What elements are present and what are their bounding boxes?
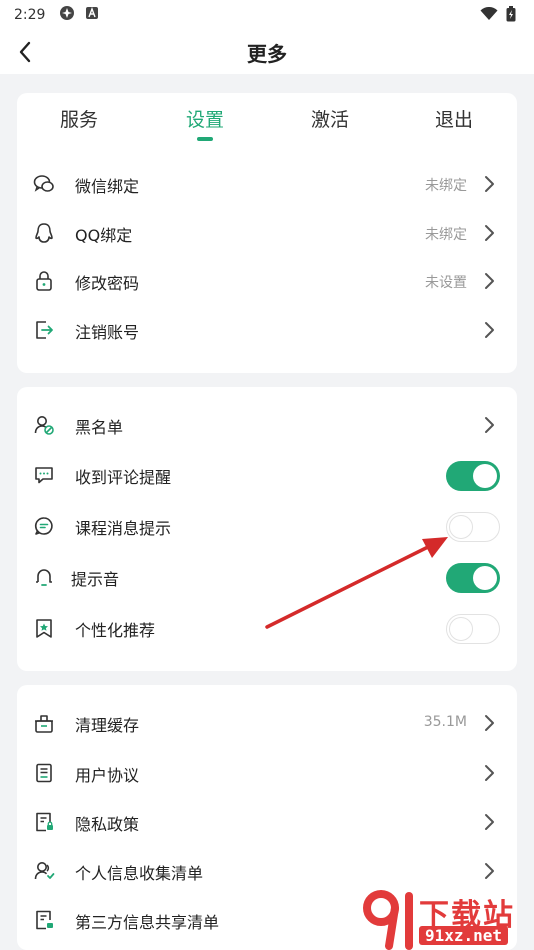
- change-password-row[interactable]: 修改密码 未设置: [17, 257, 517, 305]
- chevron-right-icon: [483, 272, 495, 290]
- share-doc-icon: [33, 909, 55, 931]
- row-label: 注销账号: [75, 323, 140, 342]
- row-value: 未绑定: [425, 227, 467, 243]
- row-label: 收到评论提醒: [75, 468, 172, 487]
- message-icon: [33, 515, 55, 537]
- chevron-right-icon: [483, 321, 495, 339]
- comment-reminder-row: 收到评论提醒: [17, 451, 517, 499]
- privacy-policy-row[interactable]: 隐私政策: [17, 798, 517, 846]
- toggle-knob: [449, 515, 473, 539]
- chevron-right-icon: [483, 714, 495, 732]
- personalized-recommend-toggle[interactable]: [446, 614, 500, 644]
- row-label: 第三方信息共享清单: [75, 913, 220, 932]
- page-title: 更多: [247, 42, 287, 66]
- watermark-url: 91xz.net: [419, 926, 509, 945]
- account-card: 服务 设置 激活 退出 微信绑定 未绑定 QQ绑定 未绑定 修改密码 未设置 注…: [17, 93, 517, 373]
- comment-reminder-toggle[interactable]: [446, 461, 500, 491]
- row-label: 提示音: [71, 570, 120, 589]
- bell-icon: [33, 566, 55, 588]
- clear-cache-row[interactable]: 清理缓存 35.1M: [17, 699, 517, 747]
- header: 更多: [0, 30, 534, 74]
- delete-account-row[interactable]: 注销账号: [17, 306, 517, 354]
- bookmark-star-icon: [33, 617, 55, 639]
- tab-settings[interactable]: 设置: [155, 105, 255, 132]
- status-bar: 2:29: [0, 0, 534, 30]
- blacklist-row[interactable]: 黑名单: [17, 401, 517, 449]
- user-list-icon: [33, 860, 55, 882]
- notification-sound-row: 提示音: [17, 553, 517, 601]
- row-label: 个人信息收集清单: [75, 864, 204, 883]
- toggle-knob: [449, 617, 473, 641]
- a-status-icon: [85, 6, 99, 24]
- cache-size: 35.1M: [423, 714, 467, 730]
- tab-logout[interactable]: 退出: [404, 105, 504, 132]
- chevron-right-icon: [483, 764, 495, 782]
- course-message-row: 课程消息提示: [17, 502, 517, 550]
- logout-icon: [33, 319, 55, 341]
- tab-service[interactable]: 服务: [29, 105, 129, 132]
- row-value: 未设置: [425, 275, 467, 291]
- chevron-right-icon: [483, 224, 495, 242]
- document-icon: [33, 762, 55, 784]
- privacy-doc-icon: [33, 811, 55, 833]
- row-label: 黑名单: [75, 418, 124, 437]
- chevron-right-icon: [483, 862, 495, 880]
- notification-sound-toggle[interactable]: [446, 563, 500, 593]
- toggle-knob: [473, 464, 497, 488]
- watermark-logo: [363, 890, 413, 950]
- chevron-right-icon: [483, 175, 495, 193]
- toggle-knob: [473, 566, 497, 590]
- blocked-user-icon: [33, 414, 55, 436]
- wifi-icon: [480, 6, 498, 25]
- settings-card: 黑名单 收到评论提醒 课程消息提示 提示音 个性化推荐: [17, 387, 517, 671]
- status-time: 2:29: [14, 7, 46, 23]
- qq-binding-row[interactable]: QQ绑定 未绑定: [17, 209, 517, 257]
- row-label: 用户协议: [75, 766, 140, 785]
- wechat-icon: [33, 173, 55, 195]
- tab-activate[interactable]: 激活: [280, 105, 380, 132]
- row-label: 微信绑定: [75, 177, 140, 196]
- row-label: 个性化推荐: [75, 621, 156, 640]
- user-agreement-row[interactable]: 用户协议: [17, 749, 517, 797]
- qq-icon: [33, 222, 55, 244]
- watermark: 下载站 91xz.net: [359, 888, 534, 950]
- broom-icon: [33, 712, 55, 734]
- comment-icon: [33, 464, 55, 486]
- active-tab-indicator: [197, 137, 213, 141]
- row-label: 课程消息提示: [75, 519, 172, 538]
- row-label: 清理缓存: [75, 716, 140, 735]
- tab-bar: 服务 设置 激活 退出: [17, 93, 517, 151]
- row-label: 修改密码: [75, 274, 140, 293]
- chevron-right-icon: [483, 813, 495, 831]
- battery-icon: [506, 6, 516, 26]
- course-message-toggle[interactable]: [446, 512, 500, 542]
- lock-icon: [33, 270, 55, 292]
- settings-status-icon: [59, 5, 75, 25]
- row-label: 隐私政策: [75, 815, 140, 834]
- personalized-recommend-row: 个性化推荐: [17, 604, 517, 652]
- row-label: QQ绑定: [75, 226, 133, 245]
- row-value: 未绑定: [425, 178, 467, 194]
- wechat-binding-row[interactable]: 微信绑定 未绑定: [17, 160, 517, 208]
- chevron-right-icon: [483, 416, 495, 434]
